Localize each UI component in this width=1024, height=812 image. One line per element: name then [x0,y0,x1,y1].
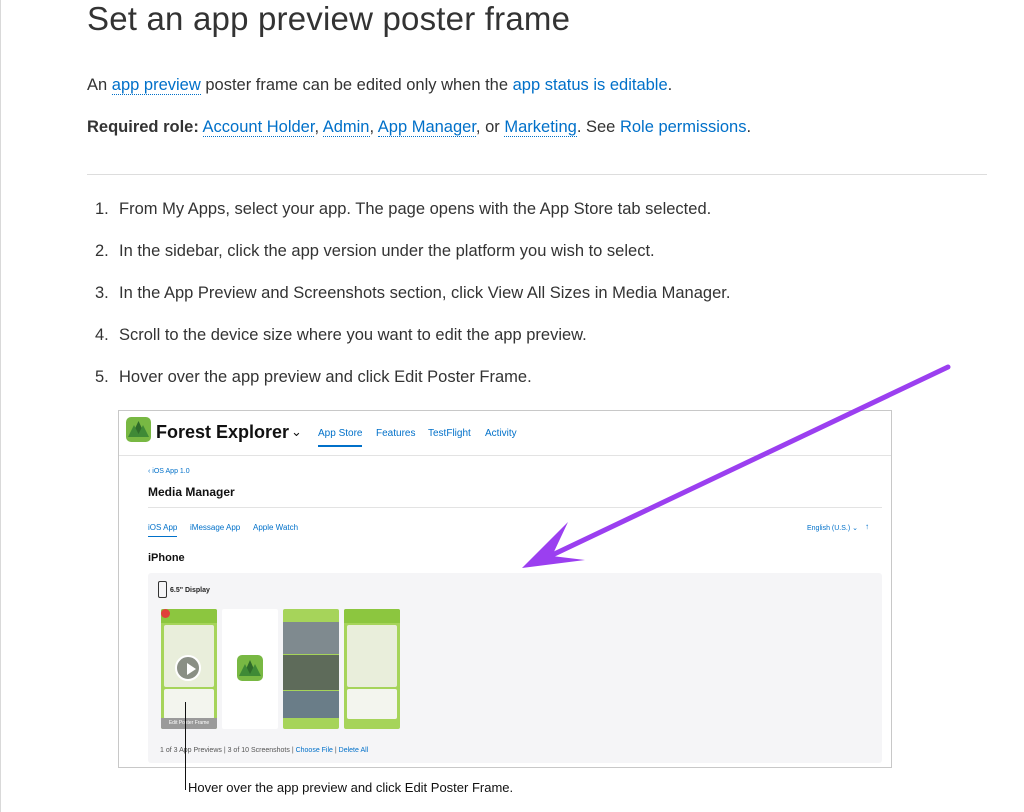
annotation-arrow-icon [522,364,951,568]
arrow-shaft [545,364,951,560]
